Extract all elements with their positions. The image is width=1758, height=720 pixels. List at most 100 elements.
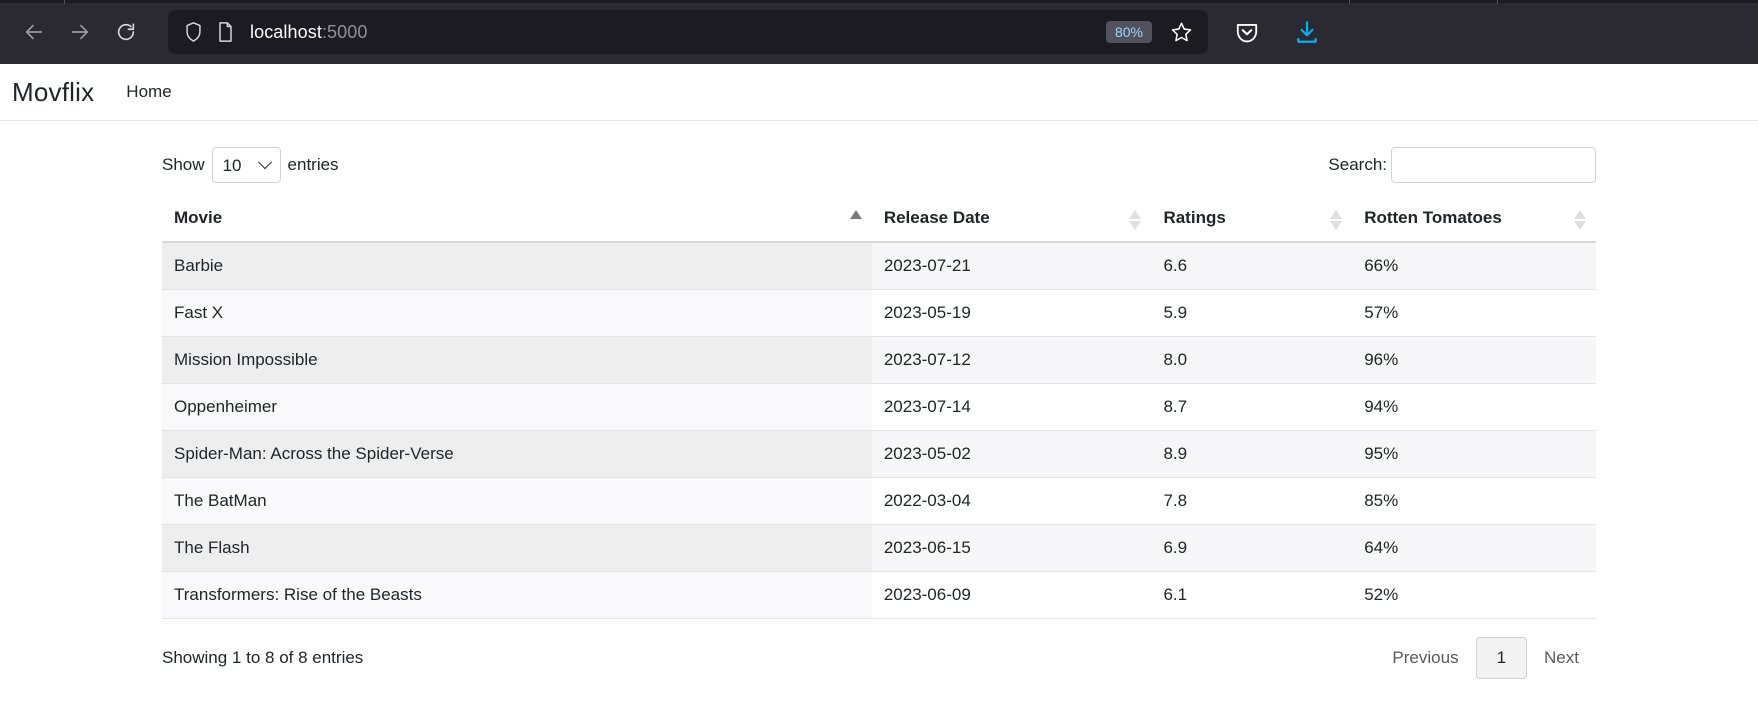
cell-movie: Fast X bbox=[162, 290, 872, 337]
pagination-previous[interactable]: Previous bbox=[1375, 637, 1475, 679]
forward-button[interactable] bbox=[60, 12, 100, 52]
cell-release_date: 2023-07-12 bbox=[872, 337, 1152, 384]
site-navbar: Movflix Home bbox=[0, 64, 1758, 121]
url-host: localhost bbox=[250, 22, 322, 42]
cell-movie: Oppenheimer bbox=[162, 384, 872, 431]
cell-ratings: 6.6 bbox=[1151, 242, 1352, 290]
page-length-select-wrapper: 102550100 bbox=[212, 147, 281, 183]
column-header-ratings[interactable]: Ratings bbox=[1151, 199, 1352, 242]
cell-release_date: 2023-07-21 bbox=[872, 242, 1152, 290]
column-header-rotten_tomatoes[interactable]: Rotten Tomatoes bbox=[1352, 199, 1596, 242]
cell-rotten_tomatoes: 64% bbox=[1352, 525, 1596, 572]
cell-release_date: 2023-05-19 bbox=[872, 290, 1152, 337]
datatable-footer: Showing 1 to 8 of 8 entries Previous 1 N… bbox=[162, 619, 1596, 679]
cell-ratings: 8.7 bbox=[1151, 384, 1352, 431]
zoom-level-badge[interactable]: 80% bbox=[1106, 21, 1152, 43]
cell-release_date: 2023-06-15 bbox=[872, 525, 1152, 572]
pocket-icon bbox=[1234, 19, 1260, 45]
cell-rotten_tomatoes: 66% bbox=[1352, 242, 1596, 290]
cell-ratings: 5.9 bbox=[1151, 290, 1352, 337]
cell-rotten_tomatoes: 52% bbox=[1352, 572, 1596, 619]
pocket-button[interactable] bbox=[1230, 15, 1264, 49]
tab-divider bbox=[1497, 0, 1498, 4]
cell-rotten_tomatoes: 94% bbox=[1352, 384, 1596, 431]
nav-link-home[interactable]: Home bbox=[124, 78, 173, 106]
search-control: Search: bbox=[1328, 147, 1596, 183]
page-content: Show 102550100 entries Search: Movie Rele… bbox=[0, 121, 1758, 679]
cell-release_date: 2022-03-04 bbox=[872, 478, 1152, 525]
address-bar[interactable]: localhost:5000 80% bbox=[168, 10, 1208, 54]
navigation-buttons bbox=[14, 12, 146, 52]
cell-ratings: 7.8 bbox=[1151, 478, 1352, 525]
column-header-label: Release Date bbox=[884, 208, 990, 227]
cell-ratings: 8.9 bbox=[1151, 431, 1352, 478]
column-header-release_date[interactable]: Release Date bbox=[872, 199, 1152, 242]
shield-icon[interactable] bbox=[184, 21, 203, 43]
show-label: Show bbox=[162, 155, 205, 175]
cell-movie: Transformers: Rise of the Beasts bbox=[162, 572, 872, 619]
tab-divider bbox=[64, 0, 65, 4]
sort-none-icon bbox=[1330, 210, 1342, 230]
datatable-controls: Show 102550100 entries Search: bbox=[162, 143, 1596, 187]
table-row: The BatMan2022-03-047.885% bbox=[162, 478, 1596, 525]
chrome-right-icons bbox=[1230, 15, 1334, 49]
cell-rotten_tomatoes: 57% bbox=[1352, 290, 1596, 337]
bookmark-button[interactable] bbox=[1164, 15, 1198, 49]
url-port: :5000 bbox=[322, 22, 368, 42]
table-row: Spider-Man: Across the Spider-Verse2023-… bbox=[162, 431, 1596, 478]
sort-none-icon bbox=[1129, 210, 1141, 230]
column-header-label: Ratings bbox=[1163, 208, 1225, 227]
column-header-label: Movie bbox=[174, 208, 222, 227]
search-label: Search: bbox=[1328, 155, 1387, 175]
tabstrip-edge bbox=[0, 0, 1758, 3]
cell-release_date: 2023-05-02 bbox=[872, 431, 1152, 478]
cell-rotten_tomatoes: 96% bbox=[1352, 337, 1596, 384]
cell-ratings: 8.0 bbox=[1151, 337, 1352, 384]
address-bar-icons bbox=[184, 21, 234, 43]
pagination-page-1[interactable]: 1 bbox=[1476, 637, 1527, 679]
table-body: Barbie2023-07-216.666%Fast X2023-05-195.… bbox=[162, 242, 1596, 619]
url-text: localhost:5000 bbox=[250, 22, 1106, 43]
cell-release_date: 2023-07-14 bbox=[872, 384, 1152, 431]
column-header-label: Rotten Tomatoes bbox=[1364, 208, 1502, 227]
cell-movie: The Flash bbox=[162, 525, 872, 572]
search-input[interactable] bbox=[1391, 147, 1596, 183]
movies-table: MovieRelease DateRatingsRotten Tomatoes … bbox=[162, 199, 1596, 619]
cell-movie: The BatMan bbox=[162, 478, 872, 525]
table-row: Fast X2023-05-195.957% bbox=[162, 290, 1596, 337]
pagination: Previous 1 Next bbox=[1375, 637, 1596, 679]
table-row: Oppenheimer2023-07-148.794% bbox=[162, 384, 1596, 431]
star-icon bbox=[1169, 20, 1194, 45]
table-header-row: Movie Release Date Ratings Rotten Tomatoes bbox=[162, 199, 1596, 242]
table-row: The Flash2023-06-156.964% bbox=[162, 525, 1596, 572]
cell-rotten_tomatoes: 85% bbox=[1352, 478, 1596, 525]
table-head: Movie Release Date Ratings Rotten Tomatoes bbox=[162, 199, 1596, 242]
table-info: Showing 1 to 8 of 8 entries bbox=[162, 648, 363, 668]
forward-arrow-icon bbox=[69, 21, 91, 43]
brand-logo[interactable]: Movflix bbox=[12, 77, 94, 108]
page-length-select[interactable]: 102550100 bbox=[212, 147, 281, 183]
sort-ascending-icon bbox=[850, 210, 862, 230]
cell-ratings: 6.9 bbox=[1151, 525, 1352, 572]
column-header-movie[interactable]: Movie bbox=[162, 199, 872, 242]
entries-label: entries bbox=[288, 155, 339, 175]
cell-release_date: 2023-06-09 bbox=[872, 572, 1152, 619]
browser-toolbar: localhost:5000 80% bbox=[0, 0, 1758, 64]
cell-movie: Spider-Man: Across the Spider-Verse bbox=[162, 431, 872, 478]
reload-icon bbox=[115, 21, 137, 43]
back-arrow-icon bbox=[23, 21, 45, 43]
page-document-icon[interactable] bbox=[217, 21, 234, 43]
tab-divider bbox=[1349, 0, 1350, 4]
cell-ratings: 6.1 bbox=[1151, 572, 1352, 619]
back-button[interactable] bbox=[14, 12, 54, 52]
cell-movie: Barbie bbox=[162, 242, 872, 290]
cell-movie: Mission Impossible bbox=[162, 337, 872, 384]
pagination-next[interactable]: Next bbox=[1527, 637, 1596, 679]
cell-rotten_tomatoes: 95% bbox=[1352, 431, 1596, 478]
downloads-button[interactable] bbox=[1290, 15, 1324, 49]
download-arrow-icon bbox=[1294, 19, 1320, 45]
table-row: Transformers: Rise of the Beasts2023-06-… bbox=[162, 572, 1596, 619]
sort-none-icon bbox=[1574, 210, 1586, 230]
reload-button[interactable] bbox=[106, 12, 146, 52]
table-row: Barbie2023-07-216.666% bbox=[162, 242, 1596, 290]
